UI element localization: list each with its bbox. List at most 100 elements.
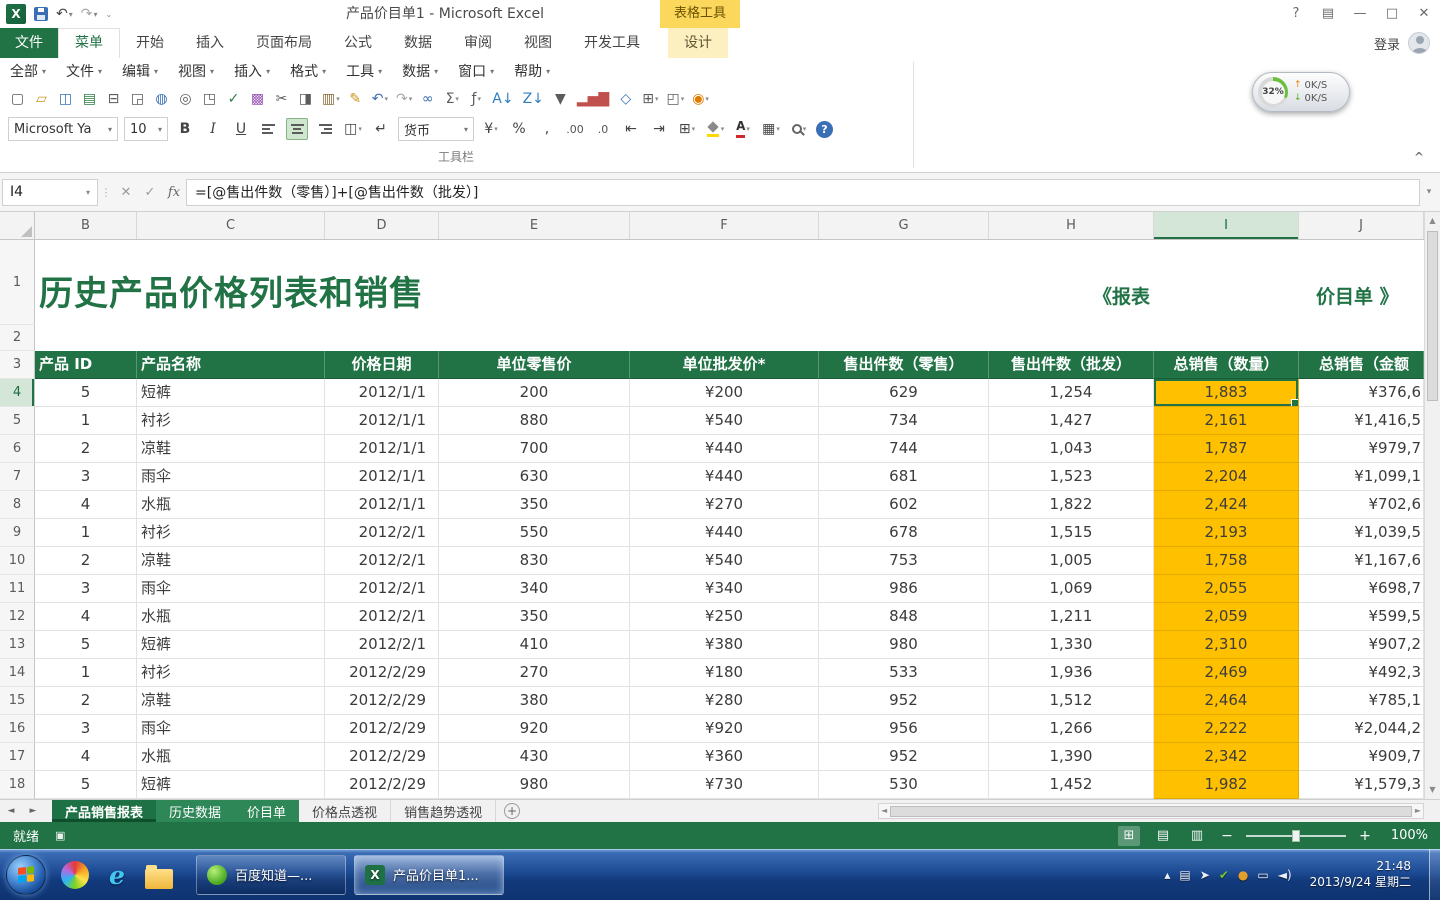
cell-E11[interactable]: 340 xyxy=(439,575,630,603)
cell-B13[interactable]: 5 xyxy=(35,631,137,659)
freeze-window-icon[interactable]: ◰▾ xyxy=(664,88,686,110)
column-header-H[interactable]: H xyxy=(989,212,1154,239)
web-page-icon[interactable]: ◍ xyxy=(152,88,172,110)
start-button[interactable] xyxy=(6,855,46,895)
cell-C10[interactable]: 凉鞋 xyxy=(137,547,325,575)
theme-colors-icon[interactable]: ▩ xyxy=(248,88,268,110)
sheet-nav-right-icon[interactable]: ► xyxy=(22,800,44,822)
cell-J10[interactable]: ¥1,167,6 xyxy=(1299,547,1424,575)
print-icon[interactable]: ⊟ xyxy=(104,88,124,110)
cell-J17[interactable]: ¥909,7 xyxy=(1299,743,1424,771)
undo-icon[interactable]: ↶▾ xyxy=(370,88,390,110)
tab-menu[interactable]: 菜单 xyxy=(58,28,120,58)
sheet-tab-sales-report[interactable]: 产品销售报表 xyxy=(52,800,156,822)
excel-logo-icon[interactable]: X xyxy=(6,4,26,24)
insert-function-icon[interactable]: ƒ▾ xyxy=(466,88,486,110)
tab-home[interactable]: 开始 xyxy=(120,28,180,58)
cell-F5[interactable]: ¥540 xyxy=(630,407,819,435)
cell-J5[interactable]: ¥1,416,5 xyxy=(1299,407,1424,435)
cell-B12[interactable]: 4 xyxy=(35,603,137,631)
increase-indent-button[interactable]: ⇥ xyxy=(648,118,670,140)
cell-J16[interactable]: ¥2,044,2 xyxy=(1299,715,1424,743)
row-header-6[interactable]: 6 xyxy=(0,435,35,463)
cell-I4[interactable]: 1,883 xyxy=(1154,379,1299,407)
help-icon[interactable]: ? xyxy=(816,121,833,138)
cell-F16[interactable]: ¥920 xyxy=(630,715,819,743)
row-header-7[interactable]: 7 xyxy=(0,463,35,491)
horizontal-scroll-thumb[interactable] xyxy=(890,806,1412,817)
comma-style-button[interactable]: , xyxy=(536,118,558,140)
row-header-9[interactable]: 9 xyxy=(0,519,35,547)
column-header-B[interactable]: B xyxy=(35,212,137,239)
hyperlink-icon[interactable]: ∞ xyxy=(418,88,438,110)
cell-C18[interactable]: 短裤 xyxy=(137,771,325,799)
tab-file[interactable]: 文件 xyxy=(0,28,58,58)
cell-B11[interactable]: 3 xyxy=(35,575,137,603)
cell-D10[interactable]: 2012/2/1 xyxy=(325,547,439,575)
select-all-corner[interactable] xyxy=(0,212,35,239)
column-header-C[interactable]: C xyxy=(137,212,325,239)
cell-J18[interactable]: ¥1,579,3 xyxy=(1299,771,1424,799)
cut-icon[interactable]: ✂ xyxy=(272,88,292,110)
cell-B10[interactable]: 2 xyxy=(35,547,137,575)
cell-E10[interactable]: 830 xyxy=(439,547,630,575)
user-avatar-icon[interactable] xyxy=(1408,32,1430,54)
cell-F9[interactable]: ¥440 xyxy=(630,519,819,547)
cell-I18[interactable]: 1,982 xyxy=(1154,771,1299,799)
zoom-in-button[interactable]: + xyxy=(1358,828,1372,844)
screentip-icon[interactable]: ◉▾ xyxy=(690,88,711,110)
cell-J2[interactable] xyxy=(1299,325,1424,351)
cell-J6[interactable]: ¥979,7 xyxy=(1299,435,1424,463)
cell-B18[interactable]: 5 xyxy=(35,771,137,799)
row-header-3[interactable]: 3 xyxy=(0,351,35,379)
drawing-icon[interactable]: ◇ xyxy=(616,88,636,110)
cell-F8[interactable]: ¥270 xyxy=(630,491,819,519)
align-center-button[interactable] xyxy=(286,118,308,140)
format-painter-icon[interactable]: ✎ xyxy=(346,88,366,110)
enter-button[interactable]: ✓ xyxy=(138,185,162,200)
show-hidden-icons[interactable]: ▴ xyxy=(1164,868,1170,882)
scroll-up-icon[interactable]: ▲ xyxy=(1429,215,1435,227)
sheet-tab-price-list[interactable]: 价目单 xyxy=(234,800,299,822)
cell-C5[interactable]: 衬衫 xyxy=(137,407,325,435)
cell-D4[interactable]: 2012/1/1 xyxy=(325,379,439,407)
align-left-button[interactable] xyxy=(258,118,280,140)
decrease-indent-button[interactable]: ⇤ xyxy=(620,118,642,140)
menu-edit[interactable]: 编辑▾ xyxy=(122,61,158,81)
font-size-select[interactable]: 10▾ xyxy=(124,117,168,141)
macro-record-icon[interactable]: ▣ xyxy=(55,829,65,842)
redo-button[interactable]: ↷▾ xyxy=(81,6,98,22)
tab-design[interactable]: 设计 xyxy=(668,28,728,58)
cell-G4[interactable]: 629 xyxy=(819,379,989,407)
cell-F7[interactable]: ¥440 xyxy=(630,463,819,491)
menu-file[interactable]: 文件▾ xyxy=(66,61,102,81)
cell-C9[interactable]: 衬衫 xyxy=(137,519,325,547)
menu-all[interactable]: 全部▾ xyxy=(10,61,46,81)
cell-I8[interactable]: 2,424 xyxy=(1154,491,1299,519)
row-header-10[interactable]: 10 xyxy=(0,547,35,575)
cell-E13[interactable]: 410 xyxy=(439,631,630,659)
cell-I11[interactable]: 2,055 xyxy=(1154,575,1299,603)
cell-C7[interactable]: 雨伞 xyxy=(137,463,325,491)
new-sheet-button[interactable]: + xyxy=(504,803,520,819)
table-header-E3[interactable]: 单位零售价 xyxy=(439,351,630,379)
cell-C4[interactable]: 短裤 xyxy=(137,379,325,407)
borders-button[interactable]: ⊞▾ xyxy=(676,118,698,140)
cell-E6[interactable]: 700 xyxy=(439,435,630,463)
table-header-F3[interactable]: 单位批发价* xyxy=(630,351,819,379)
filter-icon[interactable]: ▼ xyxy=(551,88,571,110)
cell-C15[interactable]: 凉鞋 xyxy=(137,687,325,715)
italic-button[interactable]: I xyxy=(202,118,224,140)
save-icon[interactable]: ◫ xyxy=(56,88,76,110)
cell-H17[interactable]: 1,390 xyxy=(989,743,1154,771)
network-icon[interactable]: ▭ xyxy=(1257,868,1268,882)
cell-F17[interactable]: ¥360 xyxy=(630,743,819,771)
cell-H15[interactable]: 1,512 xyxy=(989,687,1154,715)
fill-color-button[interactable]: ▾ xyxy=(704,118,726,140)
name-box[interactable]: I4▾ xyxy=(2,179,98,206)
update-icon[interactable]: ● xyxy=(1238,868,1248,882)
cell-D12[interactable]: 2012/2/1 xyxy=(325,603,439,631)
redo-icon[interactable]: ↷▾ xyxy=(394,88,414,110)
table-header-C3[interactable]: 产品名称 xyxy=(137,351,325,379)
cell-H13[interactable]: 1,330 xyxy=(989,631,1154,659)
